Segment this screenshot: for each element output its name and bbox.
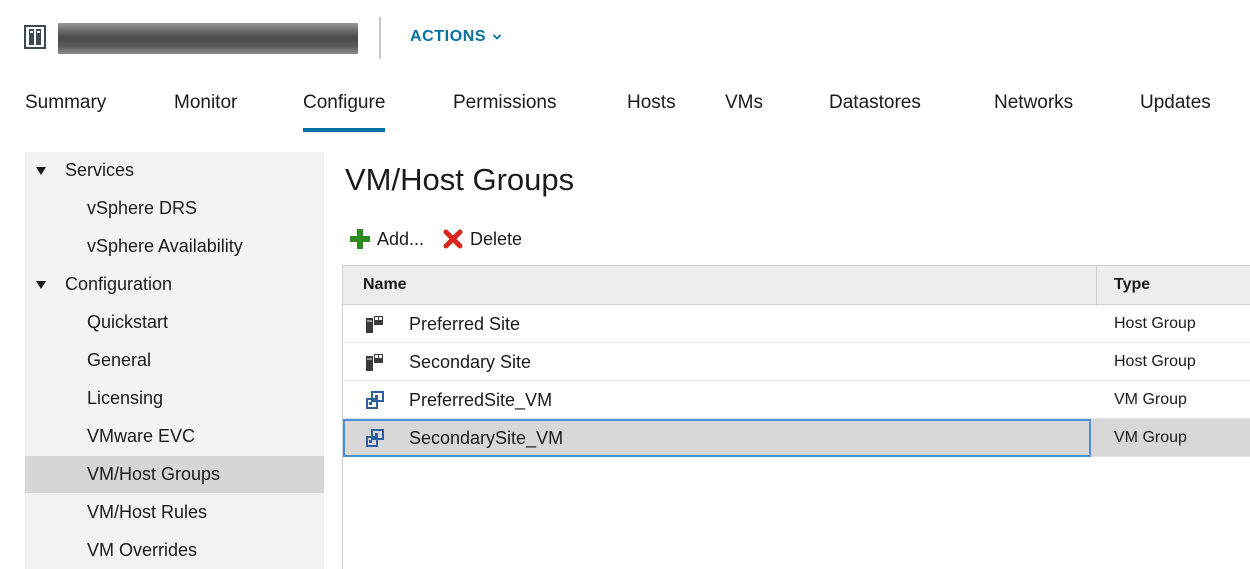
sidebar-group-services[interactable]: Services — [25, 152, 324, 189]
add-label: Add... — [377, 228, 425, 249]
sidebar-item-general[interactable]: General — [25, 342, 324, 379]
tab-datastores[interactable]: Datastores — [829, 92, 921, 114]
caret-down-icon — [36, 167, 46, 175]
tab-hosts[interactable]: Hosts — [627, 92, 676, 114]
object-header: ACTIONS — [0, 0, 1250, 78]
caret-down-icon — [36, 281, 46, 289]
tab-permissions[interactable]: Permissions — [453, 92, 556, 114]
page-title: VM/Host Groups — [345, 162, 575, 197]
sidebar-item-vm-host-groups[interactable]: VM/Host Groups — [25, 456, 324, 493]
row-type: Host Group — [1114, 315, 1196, 332]
table-row[interactable]: Secondary Site Host Group — [343, 343, 1250, 381]
sidebar-item-vsphere-availability[interactable]: vSphere Availability — [25, 228, 324, 265]
delete-x-icon — [443, 229, 463, 249]
table-row-selected[interactable]: SecondarySite_VM VM Group — [343, 419, 1250, 457]
host-group-icon — [366, 354, 383, 371]
row-name: SecondarySite_VM — [409, 428, 564, 448]
redacted-object-name — [58, 23, 358, 54]
groups-table: Name Type Preferred Site Host Group Seco… — [342, 265, 1250, 569]
sidebar-group-label: Services — [65, 160, 135, 180]
vm-group-icon — [366, 391, 384, 409]
tab-configure[interactable]: Configure — [303, 92, 386, 132]
plus-icon — [350, 229, 370, 249]
sidebar-group-configuration[interactable]: Configuration — [25, 266, 324, 303]
tab-monitor[interactable]: Monitor — [174, 92, 237, 114]
tab-updates[interactable]: Updates — [1140, 92, 1211, 114]
header-divider — [379, 17, 381, 59]
row-type: VM Group — [1114, 391, 1187, 408]
row-name: PreferredSite_VM — [409, 390, 553, 410]
vm-group-icon — [366, 429, 384, 447]
host-group-icon — [366, 316, 383, 333]
left-gutter — [0, 152, 25, 569]
table-header: Name Type — [343, 265, 1250, 306]
add-button[interactable]: Add... — [349, 228, 424, 250]
column-resize-handle[interactable] — [1096, 266, 1097, 306]
tab-summary[interactable]: Summary — [25, 92, 106, 114]
tab-networks[interactable]: Networks — [994, 92, 1073, 114]
column-header-type[interactable]: Type — [1114, 276, 1150, 294]
sidebar-item-quickstart[interactable]: Quickstart — [25, 304, 324, 341]
settings-sidebar: Services vSphere DRS vSphere Availabilit… — [25, 152, 324, 569]
chevron-down-icon — [493, 34, 502, 40]
row-type: VM Group — [1114, 429, 1187, 446]
sidebar-item-vmware-evc[interactable]: VMware EVC — [25, 418, 324, 455]
sidebar-item-vsphere-drs[interactable]: vSphere DRS — [25, 190, 324, 227]
toolbar: Add... Delete — [349, 225, 540, 253]
table-row[interactable]: PreferredSite_VM VM Group — [343, 381, 1250, 419]
sidebar-item-licensing[interactable]: Licensing — [25, 380, 324, 417]
sidebar-group-label: Configuration — [65, 274, 173, 294]
delete-label: Delete — [470, 228, 523, 249]
sidebar-item-vm-host-rules[interactable]: VM/Host Rules — [25, 494, 324, 531]
row-name: Secondary Site — [409, 352, 532, 372]
actions-label: ACTIONS — [410, 28, 487, 45]
object-tabs: Summary Monitor Configure Permissions Ho… — [0, 92, 1250, 136]
delete-button[interactable]: Delete — [442, 228, 522, 250]
cluster-icon — [24, 25, 46, 49]
row-type: Host Group — [1114, 353, 1196, 370]
sidebar-item-vm-overrides[interactable]: VM Overrides — [25, 532, 324, 569]
actions-menu-button[interactable]: ACTIONS — [410, 28, 502, 46]
column-header-name[interactable]: Name — [363, 276, 407, 294]
tab-vms[interactable]: VMs — [725, 92, 763, 114]
table-row[interactable]: Preferred Site Host Group — [343, 305, 1250, 343]
row-name: Preferred Site — [409, 314, 521, 334]
